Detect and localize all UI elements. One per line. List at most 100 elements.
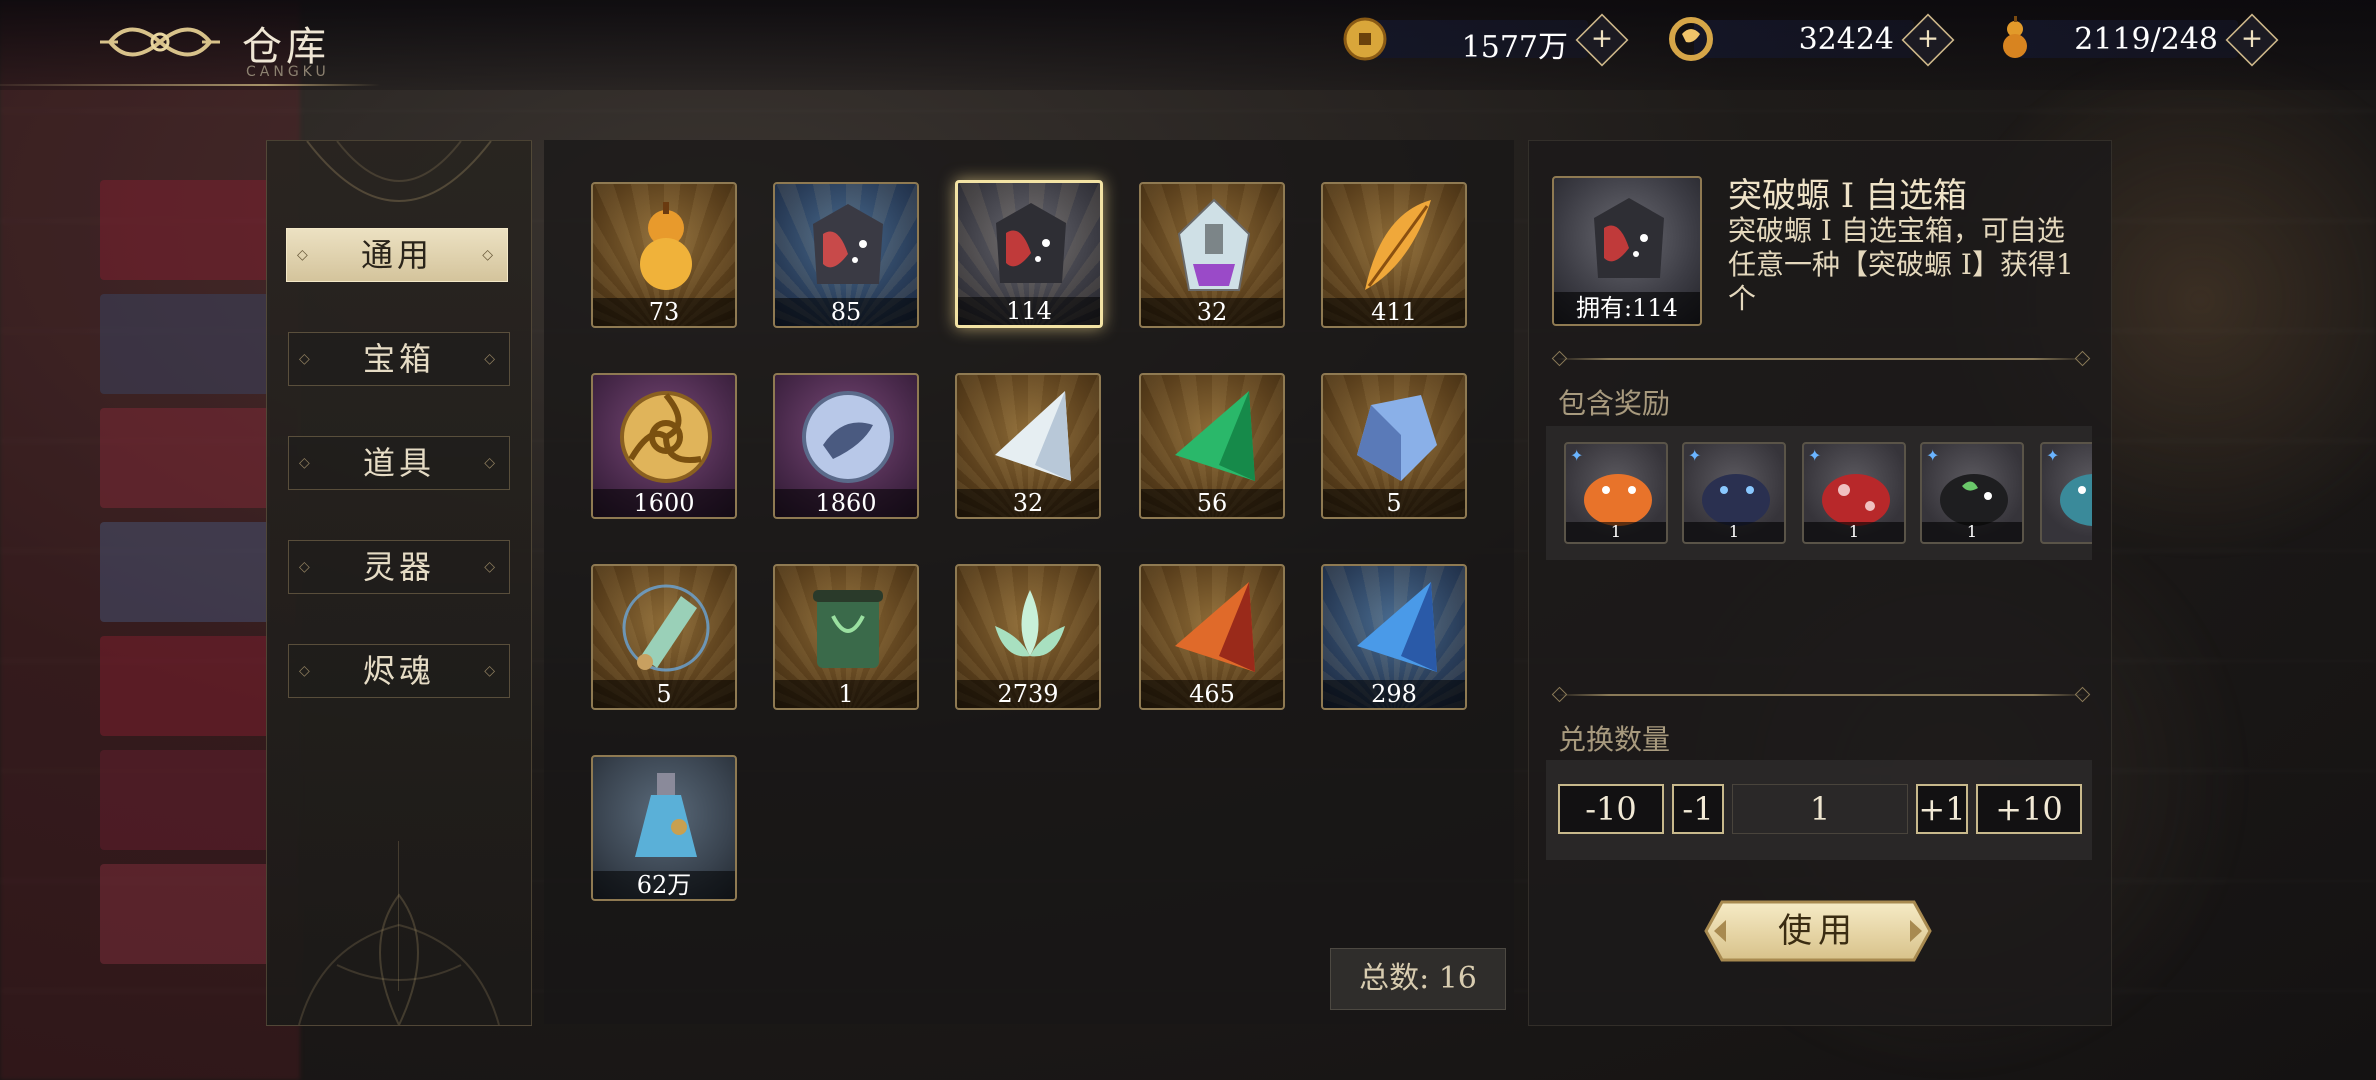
silver-beast-coin-icon — [802, 391, 894, 483]
reward-item[interactable]: ✦ — [2040, 442, 2092, 544]
quantity-label: 兑换数量 — [1558, 723, 1671, 756]
inventory-slot[interactable]: 298 — [1321, 564, 1467, 710]
reward-count: 1 — [1566, 522, 1666, 542]
coin-icon — [1343, 17, 1387, 61]
page-subtitle: CANGKU — [246, 64, 330, 80]
item-count: 114 — [958, 297, 1100, 325]
rewards-list[interactable]: ✦ 1 ✦ 1 ✦ 1 ✦ 1 ✦ — [1546, 426, 2092, 560]
pheasant-chest-red-icon — [1594, 198, 1664, 278]
inventory-slot-selected[interactable]: 114 — [955, 180, 1103, 328]
reward-item[interactable]: ✦ 1 — [1920, 442, 2024, 544]
item-count: 1600 — [593, 489, 735, 517]
item-count: 1860 — [775, 489, 917, 517]
item-count: 5 — [1323, 489, 1465, 517]
minus-10-button[interactable]: -10 — [1558, 784, 1664, 834]
back-emblem-icon[interactable] — [100, 12, 220, 72]
tab-general[interactable]: 通用 — [286, 228, 508, 282]
divider — [1556, 694, 2086, 696]
inventory-slot[interactable]: 2739 — [955, 564, 1101, 710]
pheasant-chest-red-icon — [996, 203, 1066, 283]
background-strips — [100, 180, 270, 1060]
reward-item[interactable]: ✦ 1 — [1564, 442, 1668, 544]
inventory-slot[interactable]: 5 — [591, 564, 737, 710]
top-bar: 仓库 CANGKU 1577万 + 32424 + 2119/248 + — [0, 0, 2376, 90]
orange-salamander-icon — [1584, 474, 1652, 526]
red-crystal-shard-icon — [1175, 582, 1255, 672]
tab-ember-souls[interactable]: 烬魂 — [288, 644, 510, 698]
item-count: 56 — [1141, 489, 1283, 517]
divider — [1556, 358, 2086, 360]
reward-item[interactable]: ✦ 1 — [1682, 442, 1786, 544]
plus-1-button[interactable]: +1 — [1916, 784, 1968, 834]
inventory-slot[interactable]: 62万 — [591, 755, 737, 901]
potion-bottle-icon — [635, 773, 697, 857]
blue-crystal-ore-icon — [1357, 395, 1437, 481]
tab-chests[interactable]: 宝箱 — [288, 332, 510, 386]
item-count: 5 — [593, 680, 735, 708]
tab-spirit-artifacts[interactable]: 灵器 — [288, 540, 510, 594]
item-count: 2739 — [957, 680, 1099, 708]
gourd-stamina-icon — [2003, 16, 2027, 58]
blue-scroll-icon — [622, 584, 710, 672]
lotus-ornament-top — [306, 141, 492, 202]
inventory-slot[interactable]: 32 — [1139, 182, 1285, 328]
use-button[interactable]: 使用 — [1702, 898, 1934, 964]
pheasant-chest-icon — [813, 204, 883, 284]
inventory-slot[interactable]: 465 — [1139, 564, 1285, 710]
currency-stamina: 2119/248 + — [1990, 13, 2279, 67]
item-count: 32 — [957, 489, 1099, 517]
coin-value: 1577万 — [1461, 30, 1568, 65]
item-count: 62万 — [593, 871, 735, 899]
item-count: 411 — [1323, 298, 1465, 326]
currency-dragon-token: 32424 + — [1666, 13, 1955, 67]
white-crystal-shard-icon — [995, 391, 1071, 481]
inventory-slot[interactable]: 73 — [591, 182, 737, 328]
lotus-ornament-bottom — [298, 893, 500, 1025]
use-button-label: 使用 — [1778, 911, 1858, 951]
item-count: 465 — [1141, 680, 1283, 708]
green-crystal-shard-icon — [1175, 391, 1255, 481]
inventory-slot[interactable]: 56 — [1139, 373, 1285, 519]
item-count: 85 — [775, 298, 917, 326]
talisman-tag-icon — [1177, 198, 1251, 291]
item-count: 298 — [1323, 680, 1465, 708]
detail-item-name: 突破螈 I 自选箱 — [1728, 176, 1968, 216]
green-scroll-icon — [813, 590, 883, 668]
item-count: 1 — [775, 680, 917, 708]
item-count: 32 — [1141, 298, 1283, 326]
minus-1-button[interactable]: -1 — [1672, 784, 1724, 834]
owned-count: 拥有:114 — [1554, 292, 1700, 324]
inventory-slot[interactable]: 1860 — [773, 373, 919, 519]
plus-10-button[interactable]: +10 — [1976, 784, 2082, 834]
inventory-slot[interactable]: 411 — [1321, 182, 1467, 328]
stamina-value: 2119/248 — [2074, 22, 2218, 57]
dragon-token-value: 32424 — [1798, 22, 1894, 57]
reward-count: 1 — [1922, 522, 2022, 542]
detail-item-icon: 拥有:114 — [1552, 176, 1702, 326]
inventory-slot[interactable]: 32 — [955, 373, 1101, 519]
inventory-slot[interactable]: 1600 — [591, 373, 737, 519]
blue-crystal-shard-icon — [1357, 582, 1437, 672]
tab-props[interactable]: 道具 — [288, 436, 510, 490]
quantity-input[interactable]: 1 — [1732, 784, 1908, 834]
title-underline — [0, 84, 380, 86]
rewards-label: 包含奖励 — [1558, 387, 1671, 420]
jade-lotus-icon — [995, 590, 1065, 657]
item-count: 73 — [593, 298, 735, 326]
navy-salamander-icon — [1702, 474, 1770, 526]
reward-count: 1 — [1684, 522, 1784, 542]
inventory-slot[interactable]: 1 — [773, 564, 919, 710]
golden-feather-icon — [1365, 200, 1431, 290]
dragon-token-icon — [1669, 17, 1713, 61]
reward-count: 1 — [1804, 522, 1904, 542]
black-leaf-salamander-icon — [1940, 474, 2008, 526]
inventory-slot[interactable]: 5 — [1321, 373, 1467, 519]
detail-item-description: 突破螈 I 自选宝箱，可自选任意一种【突破螈 I】获得1个 — [1728, 214, 2074, 315]
golden-triskele-coin-icon — [620, 391, 712, 483]
inventory-slot[interactable]: 85 — [773, 182, 919, 328]
orange-gourd-icon — [640, 202, 692, 290]
currency-coin: 1577万 + — [1340, 13, 1629, 67]
teal-salamander-icon — [2060, 474, 2092, 526]
reward-item[interactable]: ✦ 1 — [1802, 442, 1906, 544]
total-count: 总数: 16 — [1330, 948, 1506, 1010]
